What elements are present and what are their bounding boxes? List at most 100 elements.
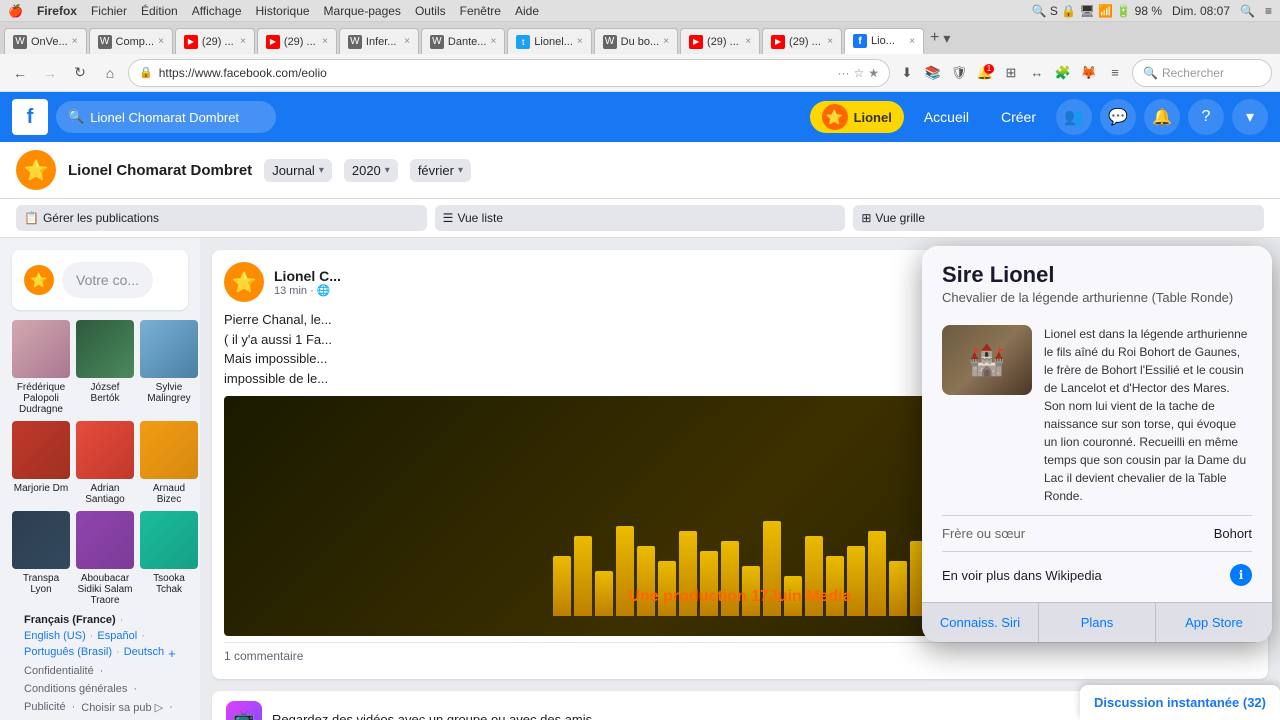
tab-dubo[interactable]: W Du bo... × xyxy=(594,28,678,54)
tab-yt1[interactable]: ▶ (29) ... × xyxy=(175,28,255,54)
aide-menu[interactable]: Aide xyxy=(515,4,539,18)
siri-appstore-btn[interactable]: App Store xyxy=(1156,603,1272,642)
forward-btn[interactable]: → xyxy=(38,61,62,85)
lang-add-btn[interactable]: + xyxy=(168,646,176,661)
vue-liste-btn[interactable]: ☰ Vue liste xyxy=(435,205,846,231)
firefox-menu[interactable]: Firefox xyxy=(37,4,77,18)
tab-close-1[interactable]: × xyxy=(72,36,78,47)
post-input[interactable]: Votre co... xyxy=(62,262,153,298)
outils-menu[interactable]: Outils xyxy=(415,4,446,18)
footer-pub[interactable]: Choisir sa pub ▷ xyxy=(81,701,163,714)
tab-onve[interactable]: W OnVe... × xyxy=(4,28,87,54)
tab-overflow-btn[interactable]: ▾ xyxy=(943,30,950,47)
tab-manager-icon[interactable]: ⊞ xyxy=(1000,62,1022,84)
back-btn[interactable]: ← xyxy=(8,61,32,85)
tab-comp[interactable]: W Comp... × xyxy=(89,28,173,54)
friend-card-3[interactable]: Sylvie Malingrey xyxy=(140,320,198,415)
month-dropdown[interactable]: février ▾ xyxy=(410,159,471,182)
tab-yt3[interactable]: ▶ (29) ... × xyxy=(680,28,760,54)
bookmarks-icon[interactable]: 📚 xyxy=(922,62,944,84)
siri-sibling-row: Frère ou sœur Bohort xyxy=(942,524,1252,543)
download-icon[interactable]: ⬇ xyxy=(896,62,918,84)
siri-plans-btn[interactable]: Plans xyxy=(1039,603,1156,642)
new-tab-btn[interactable]: + xyxy=(930,29,939,47)
ff-icon[interactable]: 🦊 xyxy=(1078,62,1100,84)
bookmark-icon[interactable]: ☆ xyxy=(853,66,864,80)
tab-dante[interactable]: W Dante... × xyxy=(421,28,505,54)
friend-card-1[interactable]: Frédérique Palopoli Dudragne xyxy=(12,320,70,415)
lang-es[interactable]: Español xyxy=(97,630,137,642)
hamburger-icon[interactable]: ≡ xyxy=(1104,62,1126,84)
friend-card-5[interactable]: Adrian Santiago xyxy=(76,421,134,505)
notifications-icon[interactable]: 🔔1 xyxy=(974,62,996,84)
tab-yt4[interactable]: ▶ (29) ... × xyxy=(762,28,842,54)
fb-messenger-icon-btn[interactable]: 💬 xyxy=(1100,99,1136,135)
tab-close-6[interactable]: × xyxy=(490,36,496,47)
extensions-icon[interactable]: 🧩 xyxy=(1052,62,1074,84)
shield-icon[interactable]: 🛡 xyxy=(948,62,970,84)
siri-wikipedia-row[interactable]: En voir plus dans Wikipedia ℹ xyxy=(942,560,1252,590)
friend-card-4[interactable]: Marjorie Dm xyxy=(12,421,70,505)
fb-creer-btn[interactable]: Créer xyxy=(989,103,1048,131)
fb-search-input[interactable] xyxy=(90,110,250,125)
tab-fb-active[interactable]: f Lio... × xyxy=(844,28,924,54)
fb-search-box[interactable]: 🔍 xyxy=(56,101,276,133)
tab-close-9[interactable]: × xyxy=(745,36,751,47)
instant-messaging-panel[interactable]: Discussion instantanée (32) xyxy=(1080,685,1280,720)
lang-de[interactable]: Deutsch xyxy=(124,646,164,661)
siri-connaiss-btn[interactable]: Connaiss. Siri xyxy=(922,603,1039,642)
footer-publicite[interactable]: Publicité xyxy=(24,701,66,714)
year-dropdown[interactable]: 2020 ▾ xyxy=(344,159,398,182)
reload-btn[interactable]: ↻ xyxy=(68,61,92,85)
lang-pt[interactable]: Português (Brasil) xyxy=(24,646,112,661)
friend-card-7[interactable]: Transpa Lyon xyxy=(12,511,70,606)
journal-dropdown[interactable]: Journal ▾ xyxy=(264,159,332,182)
tab-infer[interactable]: W Infer... × xyxy=(339,28,419,54)
marque-pages-menu[interactable]: Marque-pages xyxy=(324,4,401,18)
fb-user-btn[interactable]: ⭐ Lionel xyxy=(810,101,904,133)
footer-conditions[interactable]: Conditions générales xyxy=(24,683,127,695)
historique-menu[interactable]: Historique xyxy=(256,4,310,18)
lang-en[interactable]: English (US) xyxy=(24,630,86,642)
fichier-menu[interactable]: Fichier xyxy=(91,4,127,18)
edition-menu[interactable]: Édition xyxy=(141,4,178,18)
tab-yt2[interactable]: ▶ (29) ... × xyxy=(257,28,337,54)
tab-close-11[interactable]: × xyxy=(909,36,915,47)
tab-lionel-tw[interactable]: t Lionel... × xyxy=(507,28,591,54)
friend-card-9[interactable]: Tsooka Tchak xyxy=(140,511,198,606)
tab-close-3[interactable]: × xyxy=(240,36,246,47)
search-macos-icon[interactable]: 🔍 xyxy=(1240,4,1255,18)
home-btn[interactable]: ⌂ xyxy=(98,61,122,85)
url-menu-icon[interactable]: ··· xyxy=(837,66,849,80)
profile-name: Lionel Chomarat Dombret xyxy=(68,162,252,179)
address-bar[interactable]: 🔒 https://www.facebook.com/eolio ··· ☆ ★ xyxy=(128,59,890,87)
notification-icon[interactable]: ≡ xyxy=(1265,4,1272,18)
fenetre-menu[interactable]: Fenêtre xyxy=(460,4,501,18)
apple-menu[interactable]: 🍎 xyxy=(8,4,23,18)
tab-close-7[interactable]: × xyxy=(577,36,583,47)
friend-card-2[interactable]: József Bertók xyxy=(76,320,134,415)
star-icon[interactable]: ★ xyxy=(868,66,879,80)
manage-publications-btn[interactable]: 📋 Gérer les publications xyxy=(16,205,427,231)
fb-help-icon-btn[interactable]: ? xyxy=(1188,99,1224,135)
siri-wikipedia-link[interactable]: En voir plus dans Wikipedia xyxy=(942,568,1102,583)
post-author-name[interactable]: Lionel C... xyxy=(274,268,341,284)
vue-grille-btn[interactable]: ⊞ Vue grille xyxy=(853,205,1264,231)
tab-close-10[interactable]: × xyxy=(827,36,833,47)
siri-footer: Connaiss. Siri Plans App Store xyxy=(922,602,1272,642)
tab-close-5[interactable]: × xyxy=(404,36,410,47)
footer-privacy[interactable]: Confidentialité xyxy=(24,665,94,677)
tab-close-4[interactable]: × xyxy=(322,36,328,47)
fb-bell-icon-btn[interactable]: 🔔 xyxy=(1144,99,1180,135)
fb-friends-icon-btn[interactable]: 👥 xyxy=(1056,99,1092,135)
friend-card-6[interactable]: Arnaud Bizec xyxy=(140,421,198,505)
affichage-menu[interactable]: Affichage xyxy=(192,4,242,18)
siri-sibling-value[interactable]: Bohort xyxy=(1214,526,1252,541)
fb-chevron-icon-btn[interactable]: ▾ xyxy=(1232,99,1268,135)
tab-close-8[interactable]: × xyxy=(663,36,669,47)
sync-icon[interactable]: ↔ xyxy=(1026,62,1048,84)
lang-fr[interactable]: Français (France) xyxy=(24,614,116,626)
fb-accueil-btn[interactable]: Accueil xyxy=(912,103,981,131)
tab-close-2[interactable]: × xyxy=(158,36,164,47)
friend-card-8[interactable]: Aboubacar Sidiki Salam Traore xyxy=(76,511,134,606)
